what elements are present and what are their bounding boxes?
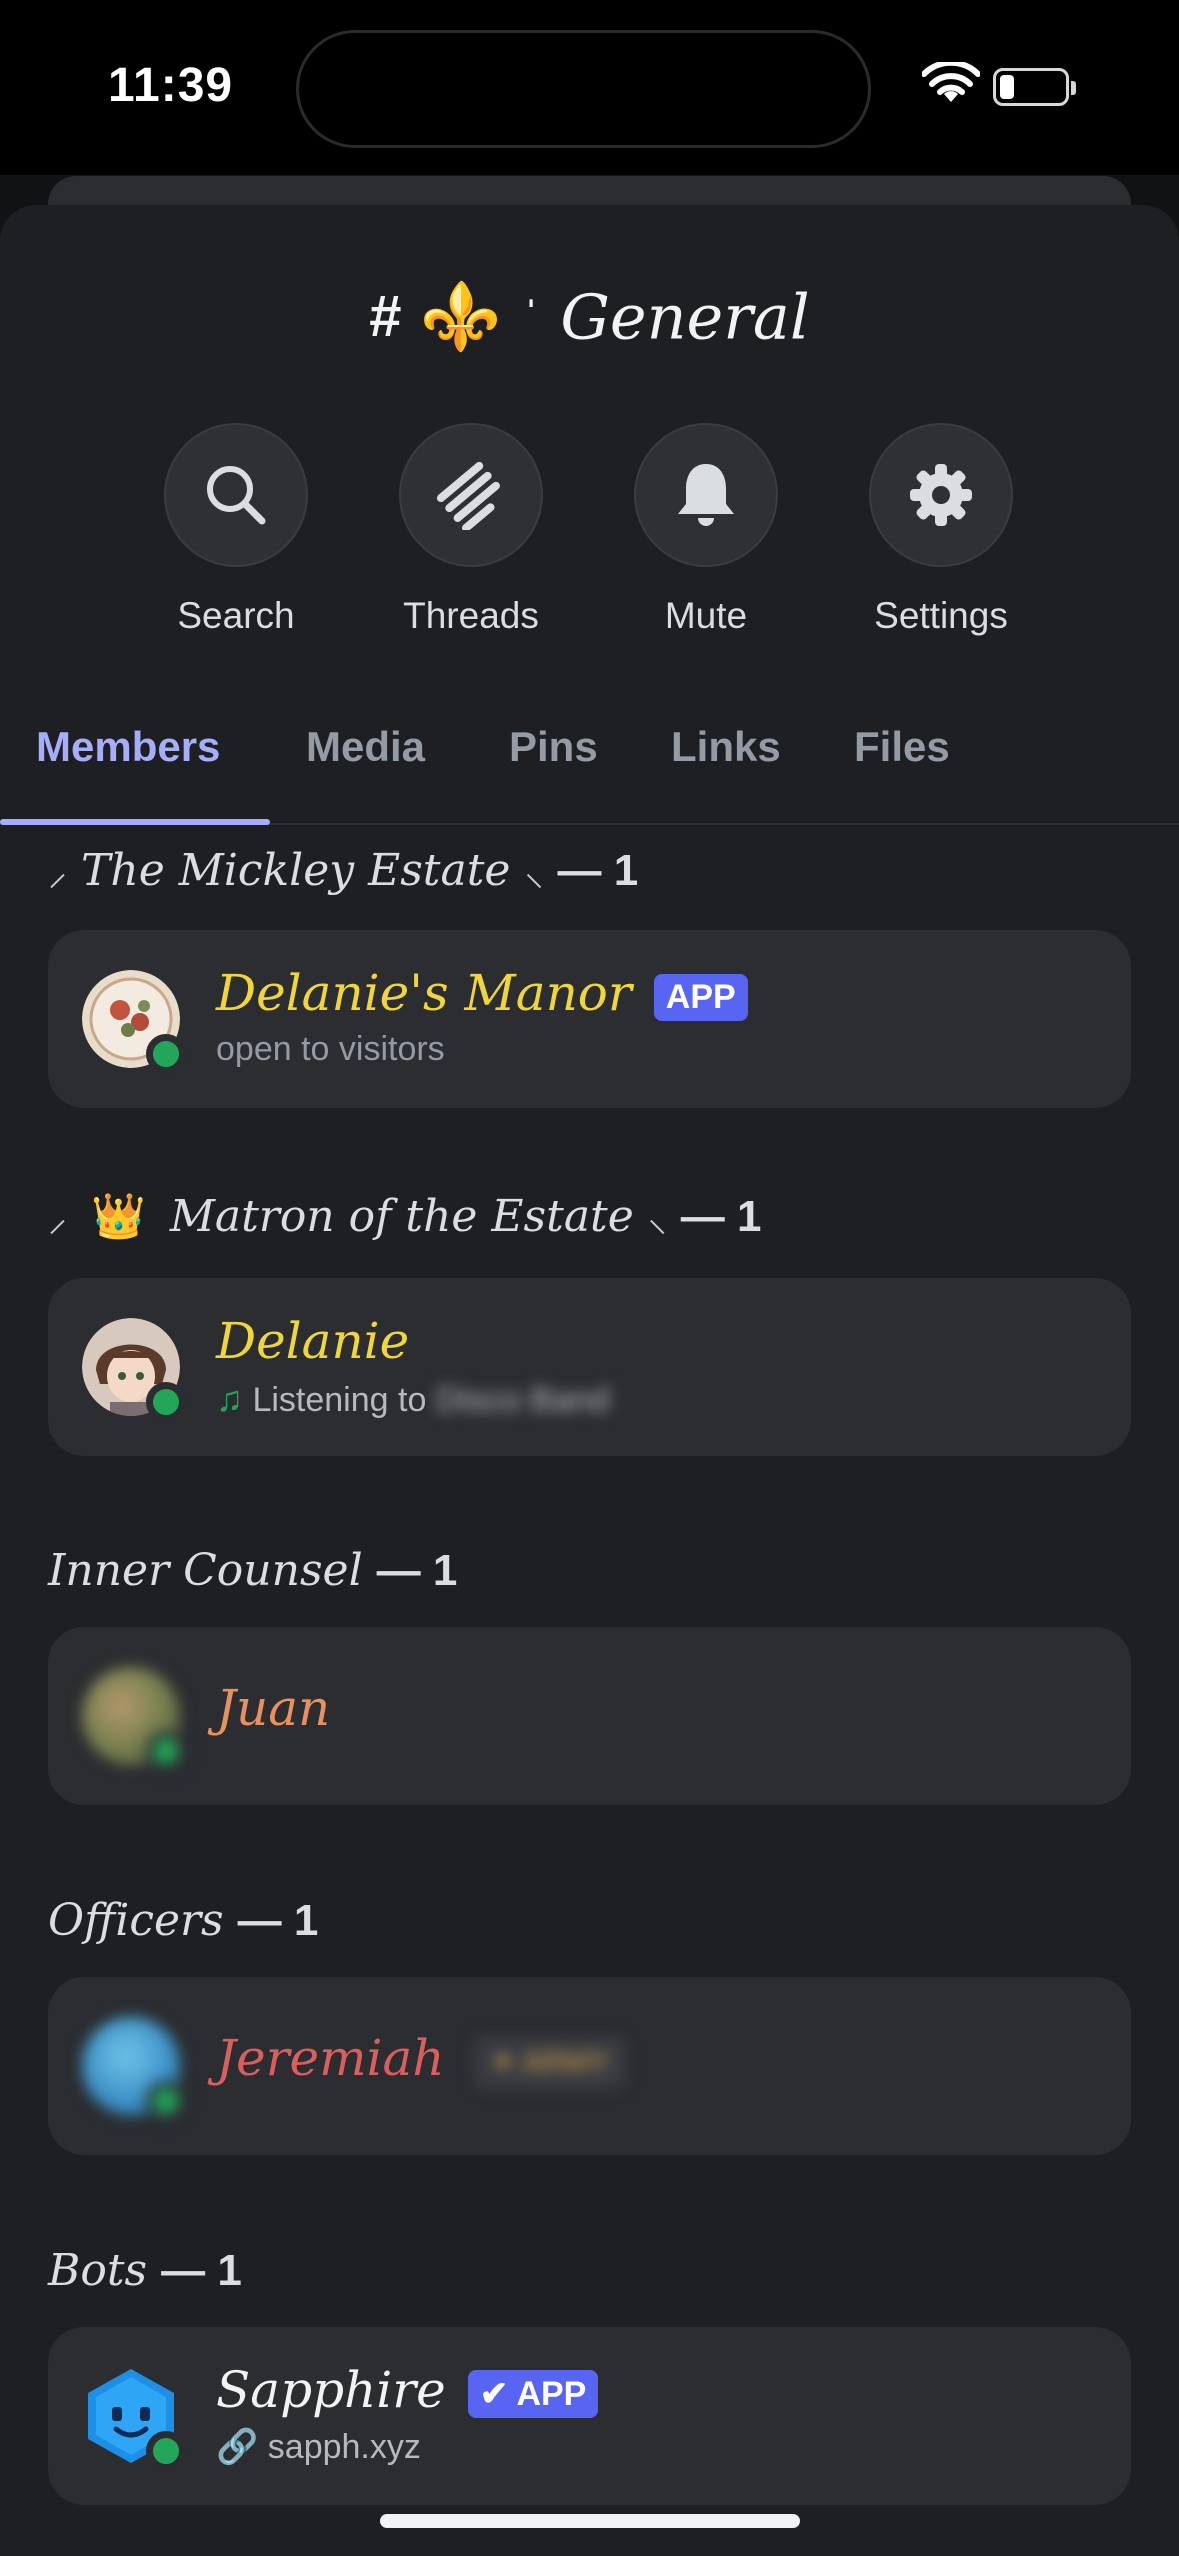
- checkmark-icon: ✔: [479, 2375, 509, 2413]
- section-count: — 1: [161, 2246, 242, 2295]
- member-card-jeremiah[interactable]: Jeremiah ✦ ARMY: [48, 1977, 1131, 2155]
- section-title: Officers: [48, 1895, 224, 1946]
- avatar: [82, 1318, 186, 1422]
- tab-files[interactable]: Files: [854, 723, 950, 771]
- section-header-matron: ⸝ 👑 Matron of the Estate ⸜ — 1: [48, 1190, 762, 1243]
- online-status-icon: [146, 1731, 186, 1771]
- leaf-icon: ⸜: [524, 850, 544, 894]
- settings-label: Settings: [874, 595, 1008, 636]
- app-badge-label: APP: [516, 2375, 587, 2413]
- tab-bar: Members Media Pins Links Files: [0, 705, 1179, 825]
- channel-hash-icon: #: [369, 284, 402, 350]
- leaf-icon: ⸜: [647, 1196, 667, 1240]
- section-header-estate: ⸝ The Mickley Estate ⸜ — 1: [48, 845, 638, 897]
- avatar: [82, 2017, 186, 2121]
- home-indicator[interactable]: [380, 2514, 800, 2528]
- tab-members[interactable]: Members: [36, 723, 220, 771]
- link-icon: 🔗: [216, 2428, 259, 2466]
- online-status-icon: [146, 2081, 186, 2121]
- member-name: Jeremiah: [216, 2029, 445, 2087]
- threads-button[interactable]: Threads: [376, 423, 566, 637]
- verified-app-badge: ✔ APP: [467, 2370, 599, 2418]
- section-count: — 1: [557, 846, 639, 895]
- settings-button[interactable]: Settings: [846, 423, 1036, 637]
- online-status-icon: [146, 1034, 186, 1074]
- app-badge: APP: [653, 973, 748, 1021]
- tab-links[interactable]: Links: [671, 723, 781, 771]
- member-name-row: Sapphire ✔ APP: [216, 2361, 599, 2419]
- online-status-icon: [146, 1382, 186, 1422]
- tab-pins[interactable]: Pins: [509, 723, 598, 771]
- search-button[interactable]: Search: [141, 423, 331, 637]
- member-name-row: Jeremiah ✦ ARMY: [216, 2029, 625, 2088]
- member-name: Juan: [216, 1679, 331, 1737]
- status-time: 11:39: [108, 59, 234, 112]
- leaf-icon: ⸝: [48, 1196, 68, 1240]
- section-title: The Mickley Estate: [81, 845, 511, 896]
- member-name: Sapphire: [216, 2361, 446, 2419]
- channel-separator: ˈ: [523, 291, 539, 341]
- section-title: Inner Counsel: [48, 1545, 363, 1596]
- section-header-bots: Bots — 1: [48, 2245, 242, 2296]
- member-subtitle: open to visitors: [216, 1030, 445, 1068]
- bell-icon: [678, 464, 734, 526]
- tab-media[interactable]: Media: [306, 723, 425, 771]
- section-title: Matron of the Estate: [169, 1191, 634, 1242]
- fleur-de-lis-emoji: ⚜️: [419, 277, 502, 355]
- activity-value: Disco Band: [435, 1381, 610, 1419]
- member-name: Delanie: [216, 1312, 410, 1370]
- channel-actions: Search Threads Mute Settings: [0, 423, 1179, 653]
- role-tag: ✦ ARMY: [474, 2036, 625, 2088]
- channel-name: General: [560, 280, 810, 354]
- music-note-icon: ♫: [216, 1378, 243, 1419]
- threads-label: Threads: [403, 595, 539, 636]
- mute-label: Mute: [664, 595, 748, 636]
- search-label: Search: [177, 595, 295, 636]
- threads-icon: [436, 461, 500, 530]
- mute-button[interactable]: Mute: [611, 423, 801, 637]
- gear-icon: [910, 464, 972, 526]
- status-bar: 11:39: [0, 0, 1179, 175]
- member-name: Delanie's Manor: [216, 964, 632, 1022]
- member-name-row: Delanie's Manor APP: [216, 964, 748, 1022]
- member-card-delanie[interactable]: Delanie ♫ Listening to Disco Band: [48, 1278, 1131, 1456]
- avatar: [82, 1667, 186, 1771]
- member-card-manor[interactable]: Delanie's Manor APP open to visitors: [48, 930, 1131, 1108]
- activity-prefix: Listening to: [252, 1381, 427, 1419]
- member-activity: ♫ Listening to Disco Band: [216, 1378, 610, 1420]
- crown-emoji-icon: 👑: [91, 1191, 146, 1242]
- avatar: [82, 970, 186, 1074]
- channel-title: # ⚜️ ˈ General: [0, 275, 1179, 356]
- wifi-icon: [922, 62, 980, 102]
- member-card-sapphire[interactable]: Sapphire ✔ APP 🔗 sapph.xyz: [48, 2327, 1131, 2505]
- avatar: [82, 2367, 186, 2471]
- section-count: — 1: [376, 1546, 458, 1595]
- search-icon: [207, 466, 266, 525]
- section-count: — 1: [237, 1896, 319, 1945]
- dynamic-island: [296, 30, 871, 148]
- section-header-counsel: Inner Counsel — 1: [48, 1545, 457, 1596]
- member-link: 🔗 sapph.xyz: [216, 2427, 421, 2467]
- channel-sheet: # ⚜️ ˈ General Search Threads Mute Setti…: [0, 205, 1179, 2556]
- link-text: sapph.xyz: [267, 2428, 421, 2466]
- section-header-officers: Officers — 1: [48, 1895, 318, 1946]
- active-tab-indicator: [0, 819, 270, 825]
- online-status-icon: [146, 2431, 186, 2471]
- section-title: Bots: [48, 2245, 148, 2296]
- leaf-icon: ⸝: [48, 850, 68, 894]
- battery-icon: [993, 68, 1076, 106]
- section-count: — 1: [680, 1192, 762, 1241]
- member-card-juan[interactable]: Juan: [48, 1627, 1131, 1805]
